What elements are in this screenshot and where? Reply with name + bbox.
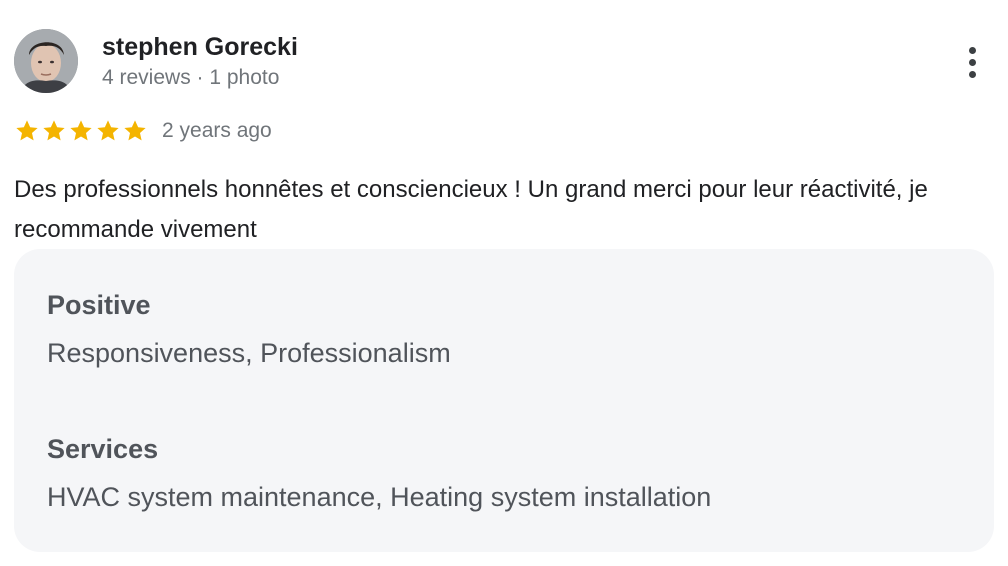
- attribute-title: Services: [47, 434, 159, 464]
- star-rating: [14, 118, 148, 144]
- author-meta: 4 reviews · 1 photo: [102, 66, 280, 89]
- attribute-value: HVAC system maintenance, Heating system …: [47, 482, 712, 512]
- attribute-value: Responsiveness, Professionalism: [47, 338, 451, 368]
- author-info: stephen Gorecki 4 reviews · 1 photo: [102, 32, 298, 92]
- review-card: stephen Gorecki 4 reviews · 1 photo 2 ye…: [0, 0, 1008, 566]
- review-date: 2 years ago: [162, 119, 272, 142]
- star-icon: [16, 120, 38, 141]
- review-text: Des professionnels honnêtes et conscienc…: [14, 176, 928, 243]
- avatar[interactable]: [14, 29, 78, 93]
- more-vertical-icon: [968, 46, 976, 54]
- more-vertical-icon-dot: [968, 58, 976, 66]
- rating-row: 2 years ago: [14, 116, 272, 146]
- star-icon: [124, 120, 146, 141]
- attribute-group-positive: Positive Responsiveness, Professionalism: [47, 285, 451, 373]
- star-icon: [97, 120, 119, 141]
- review-attributes-panel: Positive Responsiveness, Professionalism…: [14, 249, 994, 552]
- attribute-title: Positive: [47, 290, 151, 320]
- avatar-photo-icon: [14, 29, 78, 93]
- more-options-button[interactable]: [958, 42, 986, 82]
- attribute-group-services: Services HVAC system maintenance, Heatin…: [47, 429, 711, 517]
- more-vertical-icon-dot: [968, 70, 976, 78]
- author-name[interactable]: stephen Gorecki: [102, 32, 298, 62]
- review-header: stephen Gorecki 4 reviews · 1 photo: [14, 29, 298, 93]
- star-icon: [43, 120, 65, 141]
- star-icon: [70, 120, 92, 141]
